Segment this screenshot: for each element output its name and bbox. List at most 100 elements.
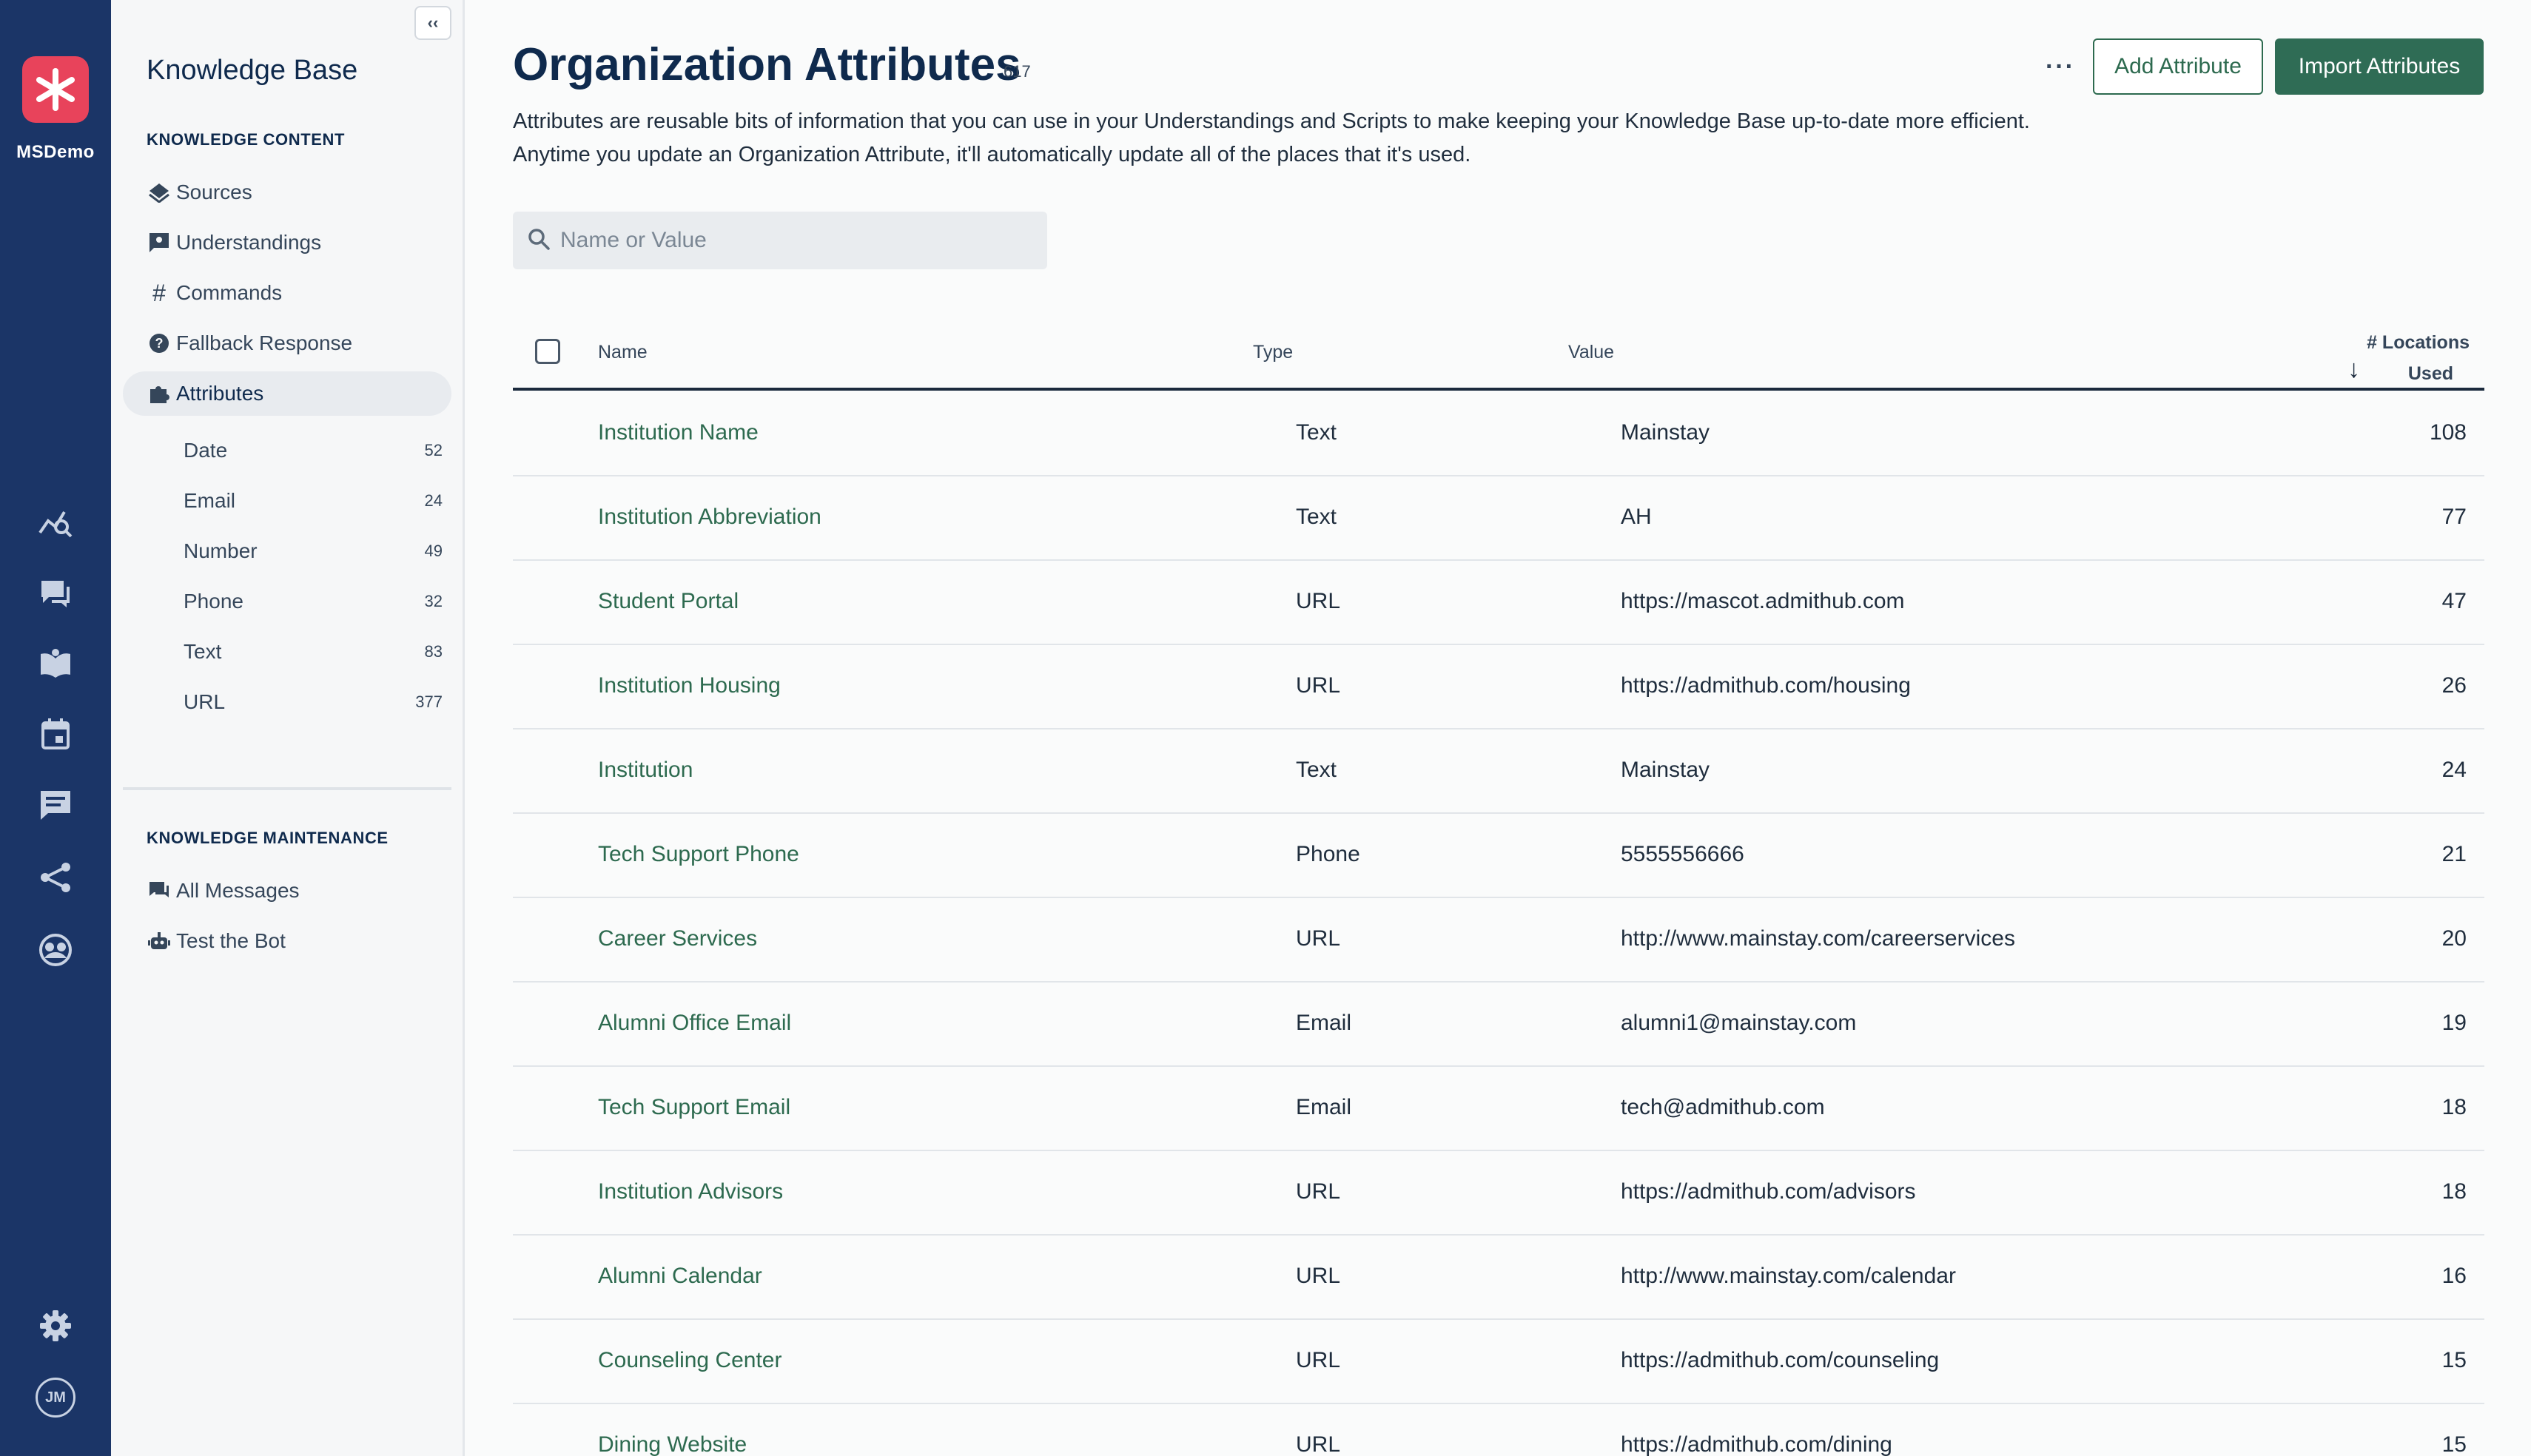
question-icon: ? xyxy=(147,331,172,356)
settings-gear-icon[interactable] xyxy=(33,1304,78,1348)
attribute-type-url[interactable]: URL 377 xyxy=(184,682,443,722)
page-description: Attributes are reusable bits of informat… xyxy=(513,109,2030,166)
section-knowledge-content: KNOWLEDGE CONTENT xyxy=(147,130,346,149)
page-title: Organization Attributes xyxy=(513,39,1021,90)
attribute-value: alumni1@mainstay.com xyxy=(1621,1011,1857,1035)
attribute-name-link[interactable]: Counseling Center xyxy=(598,1348,782,1373)
attribute-type-count: 52 xyxy=(424,441,443,459)
message-icon[interactable] xyxy=(33,783,78,827)
attribute-name-link[interactable]: Career Services xyxy=(598,926,757,951)
sidebar-item-label: Attributes xyxy=(176,382,264,405)
attribute-locations-count: 77 xyxy=(2441,505,2467,529)
attribute-type-text[interactable]: Text 83 xyxy=(184,632,443,672)
attribute-value: tech@admithub.com xyxy=(1621,1095,1825,1119)
attribute-type: Text xyxy=(1296,505,1337,529)
sidebar-divider xyxy=(123,787,451,790)
sort-descending-arrow-icon[interactable]: ↓ xyxy=(2347,355,2360,384)
column-header-type[interactable]: Type xyxy=(1253,342,1293,363)
attribute-locations-count: 24 xyxy=(2441,758,2467,782)
community-icon[interactable] xyxy=(33,928,78,972)
table-row[interactable]: Alumni Office Email Email alumni1@mainst… xyxy=(513,983,2484,1067)
attribute-type-email[interactable]: Email 24 xyxy=(184,481,443,521)
attribute-type: URL xyxy=(1296,1179,1341,1204)
sources-icon xyxy=(147,180,172,205)
attribute-type: URL xyxy=(1296,1432,1341,1456)
select-all-checkbox[interactable] xyxy=(535,339,560,364)
ellipsis-icon: ··· xyxy=(2046,52,2075,81)
table-row[interactable]: Institution Name Text Mainstay 108 xyxy=(513,392,2484,476)
share-icon[interactable] xyxy=(33,855,78,900)
sidebar-item-commands[interactable]: # Commands xyxy=(123,271,451,315)
add-attribute-button[interactable]: Add Attribute xyxy=(2093,38,2263,95)
sidebar-item-label: All Messages xyxy=(176,879,300,902)
table-row[interactable]: Institution Housing URL https://admithub… xyxy=(513,645,2484,729)
attribute-name-link[interactable]: Institution Advisors xyxy=(598,1179,783,1204)
more-options-button[interactable]: ··· xyxy=(2038,46,2083,87)
attribute-name-link[interactable]: Tech Support Email xyxy=(598,1095,790,1120)
attribute-name-link[interactable]: Student Portal xyxy=(598,589,739,614)
attribute-locations-count: 16 xyxy=(2441,1264,2467,1288)
table-row[interactable]: Alumni Calendar URL http://www.mainstay.… xyxy=(513,1236,2484,1320)
sidebar-item-fallback-response[interactable]: ? Fallback Response xyxy=(123,321,451,365)
insights-icon[interactable] xyxy=(33,500,78,545)
chat-bubbles-icon[interactable] xyxy=(33,571,78,616)
org-name[interactable]: MSDemo xyxy=(0,142,111,163)
column-header-value[interactable]: Value xyxy=(1568,342,1614,363)
sidebar-item-attributes[interactable]: Attributes xyxy=(123,371,451,416)
column-header-name[interactable]: Name xyxy=(598,342,648,363)
sidebar-item-test-the-bot[interactable]: Test the Bot xyxy=(123,919,451,963)
attribute-locations-count: 20 xyxy=(2441,926,2467,951)
attribute-name-link[interactable]: Institution xyxy=(598,758,693,783)
attribute-type-number[interactable]: Number 49 xyxy=(184,531,443,571)
sidebar-item-understandings[interactable]: Understandings xyxy=(123,220,451,265)
sidebar-item-label: Understandings xyxy=(176,231,322,254)
table-row[interactable]: Student Portal URL https://mascot.admith… xyxy=(513,561,2484,645)
attribute-type-phone[interactable]: Phone 32 xyxy=(184,582,443,621)
attribute-locations-count: 15 xyxy=(2441,1432,2467,1456)
sidebar-item-label: Sources xyxy=(176,181,252,203)
mainstay-logo-icon[interactable] xyxy=(22,56,89,123)
table-row[interactable]: Institution Text Mainstay 24 xyxy=(513,729,2484,814)
search-input[interactable] xyxy=(560,228,1019,253)
attribute-type-label: Number xyxy=(184,539,258,562)
book-icon[interactable] xyxy=(33,641,78,685)
attribute-name-link[interactable]: Alumni Calendar xyxy=(598,1264,762,1289)
attribute-name-link[interactable]: Institution Abbreviation xyxy=(598,505,821,530)
knowledge-base-sidebar: ‹‹ Knowledge Base KNOWLEDGE CONTENT Sour… xyxy=(111,0,465,1456)
table-row[interactable]: Institution Abbreviation Text AH 77 xyxy=(513,476,2484,561)
column-header-locations-used[interactable]: # Locations Used xyxy=(2367,327,2470,389)
attribute-name-link[interactable]: Dining Website xyxy=(598,1432,747,1456)
user-avatar[interactable]: JM xyxy=(36,1378,75,1418)
table-row[interactable]: Counseling Center URL https://admithub.c… xyxy=(513,1320,2484,1404)
attribute-name-link[interactable]: Institution Housing xyxy=(598,673,781,698)
attribute-total-count: 617 xyxy=(1004,62,1031,81)
sidebar-item-label: Fallback Response xyxy=(176,331,353,354)
attribute-value: https://admithub.com/dining xyxy=(1621,1432,1892,1456)
attribute-type-label: Phone xyxy=(184,590,243,613)
attribute-type-label: Date xyxy=(184,439,228,462)
calendar-icon[interactable] xyxy=(33,712,78,756)
app-rail: MSDemo JM xyxy=(0,0,111,1456)
table-row[interactable]: Career Services URL http://www.mainstay.… xyxy=(513,898,2484,983)
attribute-locations-count: 108 xyxy=(2429,420,2467,445)
attribute-locations-count: 19 xyxy=(2441,1011,2467,1035)
attribute-value: AH xyxy=(1621,505,1652,529)
attribute-locations-count: 26 xyxy=(2441,673,2467,698)
attribute-name-link[interactable]: Institution Name xyxy=(598,420,759,445)
import-attributes-button[interactable]: Import Attributes xyxy=(2275,38,2484,95)
collapse-sidebar-button[interactable]: ‹‹ xyxy=(414,6,451,40)
sidebar-item-all-messages[interactable]: All Messages xyxy=(123,869,451,913)
attribute-value: Mainstay xyxy=(1621,758,1710,782)
attribute-name-link[interactable]: Alumni Office Email xyxy=(598,1011,791,1036)
attribute-type: Email xyxy=(1296,1095,1352,1119)
table-row[interactable]: Tech Support Phone Phone 5555556666 21 xyxy=(513,814,2484,898)
attribute-type-label: URL xyxy=(184,690,226,713)
table-row[interactable]: Tech Support Email Email tech@admithub.c… xyxy=(513,1067,2484,1151)
attribute-type-date[interactable]: Date 52 xyxy=(184,431,443,471)
table-row[interactable]: Dining Website URL https://admithub.com/… xyxy=(513,1404,2484,1456)
column-header-locations-line2: Used xyxy=(2407,363,2453,384)
attribute-name-link[interactable]: Tech Support Phone xyxy=(598,842,799,867)
table-row[interactable]: Institution Advisors URL https://admithu… xyxy=(513,1151,2484,1236)
sidebar-item-sources[interactable]: Sources xyxy=(123,170,451,215)
search-box[interactable] xyxy=(513,212,1047,269)
